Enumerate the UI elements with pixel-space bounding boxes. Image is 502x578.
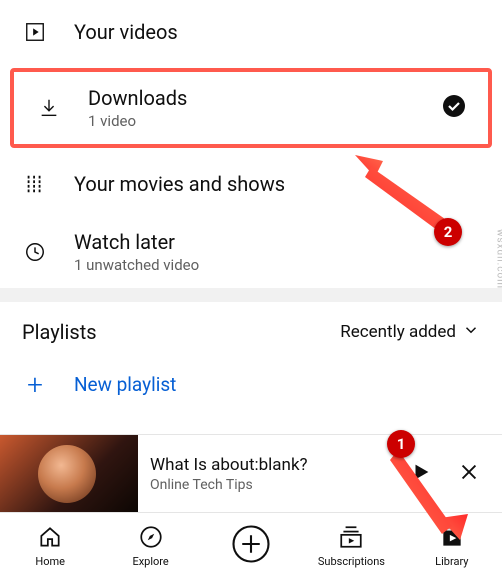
check-badge-icon — [442, 94, 466, 122]
watermark: wsxdn.com — [495, 229, 502, 289]
nav-explore[interactable]: Explore — [100, 513, 200, 578]
nav-home[interactable]: Home — [0, 513, 100, 578]
arrow-annotation-2 — [355, 155, 455, 230]
playlists-header: Playlists Recently added — [0, 302, 502, 354]
plus-circle-icon — [230, 523, 272, 568]
clock-icon — [22, 241, 48, 263]
nav-label: Home — [35, 555, 65, 568]
home-icon — [37, 524, 63, 553]
compass-icon — [138, 524, 164, 553]
nav-label: Library — [435, 555, 468, 568]
step-badge-1: 1 — [387, 430, 415, 458]
miniplayer-channel: Online Tech Tips — [150, 477, 398, 493]
step-badge-2: 2 — [434, 218, 462, 246]
miniplayer-thumbnail[interactable] — [0, 435, 138, 513]
highlight-downloads: Downloads 1 video — [10, 68, 492, 148]
library-item-title: Your videos — [74, 20, 480, 44]
nav-label: Subscriptions — [318, 555, 385, 568]
library-item-title: Downloads — [88, 86, 416, 110]
plus-icon: + — [22, 368, 48, 401]
section-divider — [0, 288, 502, 302]
new-playlist-button[interactable]: + New playlist — [0, 354, 502, 415]
library-item-your-videos[interactable]: Your videos — [0, 0, 502, 64]
chevron-down-icon — [462, 321, 480, 344]
playlists-title: Playlists — [22, 320, 97, 344]
library-item-title: Watch later — [74, 230, 480, 254]
miniplayer-title: What Is about:blank? — [150, 455, 398, 475]
playlists-sort-button[interactable]: Recently added — [340, 321, 480, 344]
play-outline-icon — [22, 21, 48, 43]
film-icon — [22, 173, 48, 195]
subscriptions-icon — [338, 524, 364, 553]
new-playlist-label: New playlist — [74, 373, 176, 396]
library-item-downloads[interactable]: Downloads 1 video — [14, 72, 488, 144]
nav-subscriptions[interactable]: Subscriptions — [301, 513, 401, 578]
sort-label: Recently added — [340, 322, 456, 342]
nav-label: Explore — [132, 555, 168, 568]
library-item-subtitle: 1 video — [88, 112, 416, 130]
nav-create[interactable] — [201, 513, 301, 578]
library-item-subtitle: 1 unwatched video — [74, 256, 480, 274]
download-icon — [36, 97, 62, 119]
